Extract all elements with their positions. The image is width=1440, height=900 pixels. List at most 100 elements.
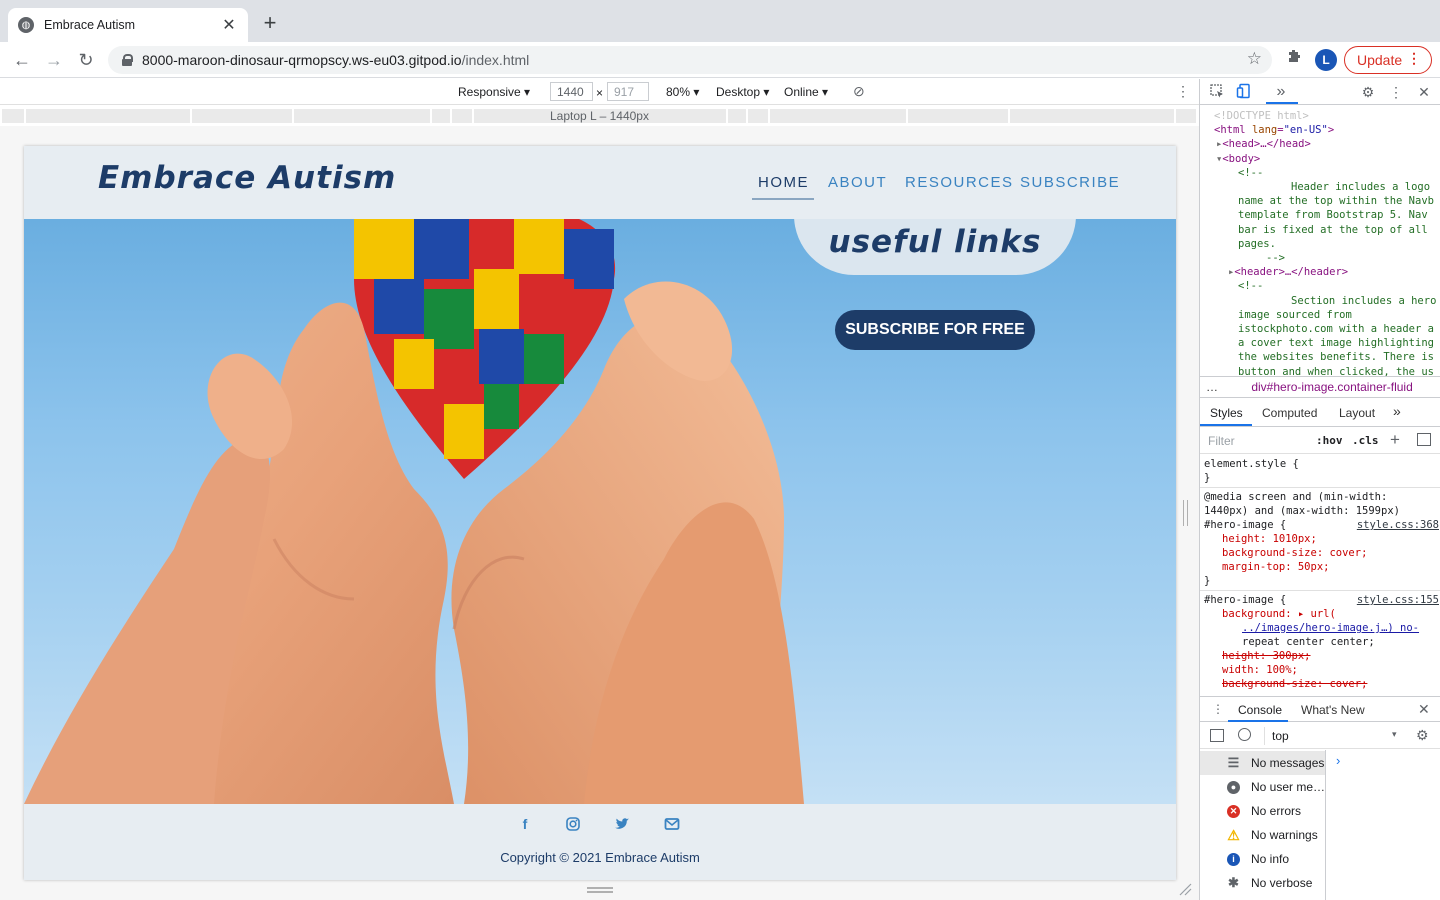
media-query: @media screen and (min-width: xyxy=(1204,491,1388,503)
email-icon[interactable] xyxy=(664,816,680,832)
filter-input[interactable]: Filter xyxy=(1208,434,1235,448)
cls-toggle[interactable]: .cls xyxy=(1352,434,1379,447)
tab-whats-new[interactable]: What's New xyxy=(1301,703,1365,717)
drawer-menu-icon[interactable]: ⋮ xyxy=(1212,702,1224,716)
rule-close: } xyxy=(1204,472,1211,484)
viewport-resize-handle[interactable] xyxy=(587,887,613,893)
user-icon: ● xyxy=(1227,780,1240,794)
source-link[interactable]: style.css:368 xyxy=(1357,518,1439,532)
css-property[interactable]: height: 1010px; xyxy=(1204,532,1437,546)
corner-resize-grip[interactable] xyxy=(1178,882,1192,896)
nav-resources[interactable]: RESOURCES xyxy=(905,174,1014,191)
tab-strip: ◍ Embrace Autism ✕ + xyxy=(0,0,1440,42)
console-settings-icon[interactable]: ⚙ xyxy=(1416,727,1429,744)
dom-node[interactable]: <!DOCTYPE html> xyxy=(1214,109,1440,123)
instagram-icon[interactable] xyxy=(565,816,581,832)
context-dropdown-arrow[interactable]: ▾ xyxy=(1392,729,1397,740)
profile-avatar[interactable]: L xyxy=(1315,49,1337,71)
console-prompt-icon[interactable]: › xyxy=(1336,753,1340,768)
facebook-icon[interactable]: f xyxy=(517,816,533,832)
dom-node[interactable]: ▸<head>…</head> xyxy=(1214,137,1440,151)
tab-title: Embrace Autism xyxy=(44,18,136,32)
rotate-icon[interactable]: ⊘ xyxy=(853,83,865,100)
back-arrow-icon[interactable]: ← xyxy=(10,48,34,72)
viewport-width-input[interactable]: 1440 xyxy=(550,82,593,101)
address-bar[interactable]: 8000-maroon-dinosaur-qrmopscy.ws-eu03.gi… xyxy=(108,46,1272,74)
console-sidebar-icon[interactable] xyxy=(1210,729,1224,742)
dom-node[interactable]: ▾<body> xyxy=(1214,152,1440,166)
clear-console-icon[interactable] xyxy=(1238,728,1251,741)
throttle-dropdown[interactable]: Online ▾ xyxy=(784,85,828,99)
tab-console[interactable]: Console xyxy=(1238,703,1282,717)
sidebar-item-messages[interactable]: ☰ No messages xyxy=(1200,751,1325,775)
css-property[interactable]: background: ▸ url( xyxy=(1204,607,1437,621)
hero-image: useful links SUBSCRIBE FOR FREE xyxy=(24,219,1176,804)
new-rule-icon[interactable]: + xyxy=(1390,430,1400,450)
nav-about[interactable]: ABOUT xyxy=(828,174,887,191)
close-devtools-icon[interactable]: ✕ xyxy=(1415,83,1433,101)
device-toggle-icon[interactable] xyxy=(1235,83,1253,101)
css-property[interactable]: width: 100%; xyxy=(1204,663,1437,677)
tab-layout[interactable]: Layout xyxy=(1339,406,1375,420)
dom-node[interactable]: <html lang="en-US"> xyxy=(1214,123,1440,137)
device-toolbar: Responsive ▾ 1440 × 917 80% ▾ Desktop ▾ … xyxy=(0,79,1199,105)
context-selector[interactable]: top xyxy=(1272,729,1289,743)
rule-selector[interactable]: #hero-image { xyxy=(1204,594,1286,606)
computed-sidebar-icon[interactable] xyxy=(1417,433,1431,446)
browser-tab[interactable]: ◍ Embrace Autism ✕ xyxy=(8,8,248,42)
dom-comment: image sourced from xyxy=(1238,308,1352,321)
device-mode-dropdown[interactable]: Responsive ▾ xyxy=(458,85,530,99)
reload-icon[interactable]: ↻ xyxy=(74,48,98,72)
tab-computed[interactable]: Computed xyxy=(1262,406,1317,420)
dom-comment[interactable]: <!-- xyxy=(1214,166,1440,180)
subscribe-for-free-button[interactable]: SUBSCRIBE FOR FREE xyxy=(835,310,1035,350)
css-property[interactable]: background-size: cover; xyxy=(1204,546,1437,560)
device-type-dropdown[interactable]: Desktop ▾ xyxy=(716,85,769,99)
viewport-height-input[interactable]: 917 xyxy=(607,82,649,101)
source-link[interactable]: style.css:155 xyxy=(1357,593,1439,607)
close-tab-icon[interactable]: ✕ xyxy=(220,15,238,35)
twitter-icon[interactable] xyxy=(614,816,630,832)
css-url-link[interactable]: ../images/hero-image.j…) no- xyxy=(1204,621,1437,635)
website-viewport: Embrace Autism HOME ABOUT RESOURCES SUBS… xyxy=(24,146,1176,880)
close-drawer-icon[interactable]: ✕ xyxy=(1418,701,1430,718)
dom-node[interactable]: ▸<header>…</header> xyxy=(1214,265,1440,279)
breadcrumb-item[interactable]: div#hero-image.container-fluid xyxy=(1251,380,1412,394)
list-icon: ☰ xyxy=(1227,755,1240,770)
inspect-element-icon[interactable] xyxy=(1208,83,1226,101)
sidebar-item-user-messages[interactable]: ● No user me… xyxy=(1200,775,1325,799)
forward-arrow-icon[interactable]: → xyxy=(42,48,66,72)
css-property-overridden[interactable]: background-size: cover; xyxy=(1204,677,1437,691)
site-logo[interactable]: Embrace Autism xyxy=(98,160,396,196)
dom-breadcrumb[interactable]: … div#hero-image.container-fluid xyxy=(1200,376,1440,398)
sidebar-item-warnings[interactable]: ⚠ No warnings xyxy=(1200,823,1325,847)
css-property-overridden[interactable]: height: 300px; xyxy=(1204,649,1437,663)
dom-comment: template from Bootstrap 5. Nav xyxy=(1238,209,1428,222)
breadcrumb-ellipsis[interactable]: … xyxy=(1206,380,1221,394)
dom-comment: bar is fixed at the top of all xyxy=(1238,223,1428,236)
more-panels-icon[interactable]: » xyxy=(1272,83,1290,101)
sidebar-item-errors[interactable]: ✕ No errors xyxy=(1200,799,1325,823)
nav-home[interactable]: HOME xyxy=(758,174,809,191)
hov-toggle[interactable]: :hov xyxy=(1316,434,1343,447)
nav-subscribe[interactable]: SUBSCRIBE xyxy=(1020,174,1120,191)
extensions-icon[interactable] xyxy=(1284,48,1304,70)
css-property[interactable]: margin-top: 50px; xyxy=(1204,560,1437,574)
devtools-split-handle[interactable] xyxy=(1183,500,1188,526)
tab-styles[interactable]: Styles xyxy=(1210,406,1243,420)
rule-selector[interactable]: #hero-image { xyxy=(1204,519,1286,531)
rule-selector[interactable]: element.style { xyxy=(1204,457,1437,471)
sidebar-item-verbose[interactable]: ✱ No verbose xyxy=(1200,871,1325,895)
devtools-menu-icon[interactable]: ⋮ xyxy=(1387,83,1405,101)
browser-toolbar: ← → ↻ 8000-maroon-dinosaur-qrmopscy.ws-e… xyxy=(0,42,1440,78)
hero-cover-text: useful links xyxy=(828,224,1042,260)
new-tab-button[interactable]: + xyxy=(258,12,282,36)
settings-gear-icon[interactable]: ⚙ xyxy=(1359,83,1377,101)
bookmark-star-icon[interactable]: ☆ xyxy=(1247,49,1262,69)
sidebar-item-info[interactable]: i No info xyxy=(1200,847,1325,871)
more-tabs-icon[interactable]: » xyxy=(1393,403,1401,419)
zoom-dropdown[interactable]: 80% ▾ xyxy=(666,85,699,99)
dom-comment[interactable]: <!-- xyxy=(1214,279,1440,293)
more-options-icon[interactable]: ⋮ xyxy=(1176,83,1190,100)
update-button[interactable]: Update ⋮ xyxy=(1344,46,1432,74)
